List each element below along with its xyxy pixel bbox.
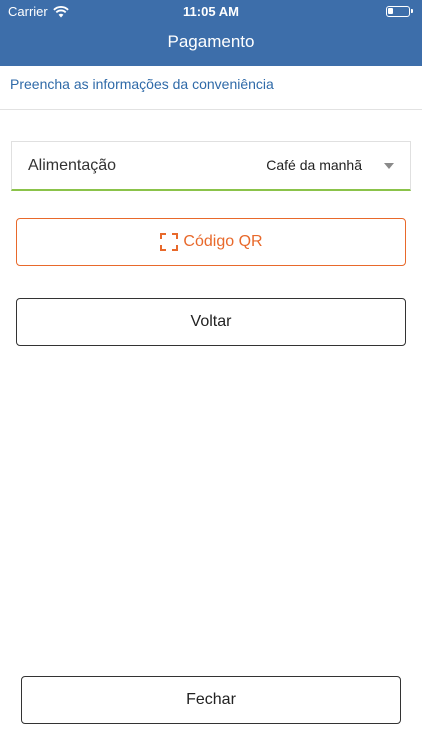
app-header: Carrier 11:05 AM Pagamento xyxy=(0,0,422,66)
divider xyxy=(0,109,422,110)
meal-type-select[interactable]: Alimentação Café da manhã xyxy=(11,141,411,191)
close-button[interactable]: Fechar xyxy=(21,676,401,724)
status-time: 11:05 AM xyxy=(183,4,239,19)
status-bar: Carrier 11:05 AM xyxy=(0,0,422,22)
qr-code-button[interactable]: Código QR xyxy=(16,218,406,266)
battery-icon xyxy=(386,6,413,17)
meal-type-label: Alimentação xyxy=(28,157,117,174)
qr-code-button-label: Código QR xyxy=(183,233,263,250)
form-instructions: Preencha as informações da conveniência xyxy=(10,76,274,92)
close-button-label: Fechar xyxy=(186,691,236,708)
chevron-down-icon xyxy=(384,163,394,169)
qr-scan-icon xyxy=(160,233,179,251)
meal-type-value: Café da manhã xyxy=(266,157,362,173)
back-button[interactable]: Voltar xyxy=(16,298,406,346)
page-title: Pagamento xyxy=(167,32,255,51)
back-button-label: Voltar xyxy=(190,313,232,330)
